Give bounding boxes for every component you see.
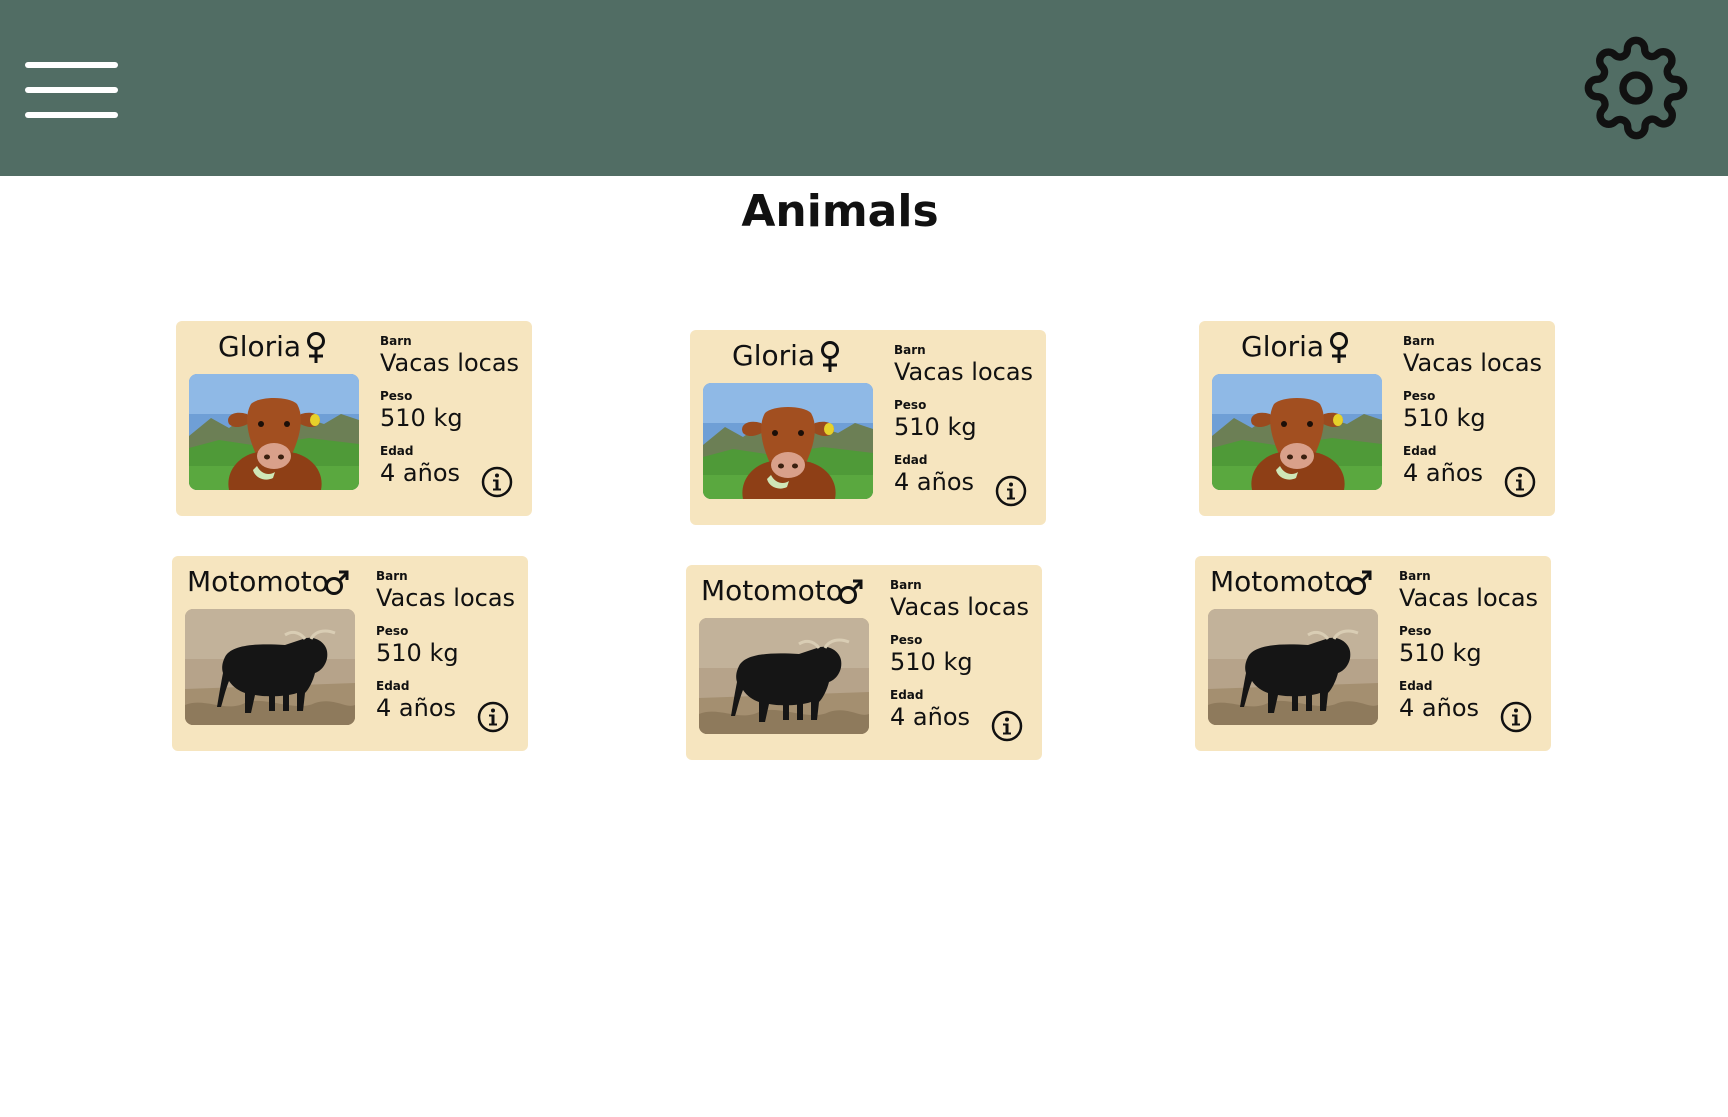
black-bull-photo (699, 618, 869, 734)
page-title: Animals (741, 186, 939, 237)
edad-value: 4 años (1399, 694, 1480, 722)
peso-value: 510 kg (380, 404, 463, 432)
app-header (0, 0, 1728, 176)
menu-line (25, 62, 118, 68)
barn-label: Barn (894, 343, 926, 357)
black-bull-photo (185, 609, 355, 725)
barn-value: Vacas locas (890, 593, 1030, 621)
brown-cow-photo (189, 374, 359, 490)
animal-card[interactable]: Gloria Barn Vacas locas Peso 510 kg Edad… (690, 330, 1046, 525)
edad-label: Edad (380, 444, 414, 458)
edad-value: 4 años (380, 459, 461, 487)
edad-label: Edad (376, 679, 410, 693)
peso-label: Peso (376, 624, 409, 638)
animal-name: Gloria (218, 330, 302, 363)
animal-name: Gloria (732, 339, 816, 372)
black-bull-photo (1208, 609, 1378, 725)
animal-name: Motomoto (1210, 565, 1352, 598)
edad-value: 4 años (376, 694, 457, 722)
female-symbol-icon (817, 340, 843, 374)
peso-label: Peso (1399, 624, 1432, 638)
menu-line (25, 112, 118, 118)
barn-label: Barn (1403, 334, 1435, 348)
barn-label: Barn (380, 334, 412, 348)
edad-label: Edad (894, 453, 928, 467)
brown-cow-photo (1212, 374, 1382, 490)
peso-label: Peso (890, 633, 923, 647)
peso-label: Peso (380, 389, 413, 403)
edad-value: 4 años (1403, 459, 1484, 487)
barn-value: Vacas locas (376, 584, 516, 612)
barn-value: Vacas locas (380, 349, 520, 377)
hamburger-menu-icon[interactable] (25, 62, 118, 118)
peso-label: Peso (894, 398, 927, 412)
animal-card[interactable]: Motomoto Barn Vacas locas Peso 510 kg Ed… (686, 565, 1042, 760)
female-symbol-icon (1326, 331, 1352, 365)
info-icon[interactable] (481, 466, 513, 498)
menu-line (25, 87, 118, 93)
edad-label: Edad (890, 688, 924, 702)
barn-value: Vacas locas (1403, 349, 1543, 377)
female-symbol-icon (303, 331, 329, 365)
edad-value: 4 años (890, 703, 971, 731)
brown-cow-photo (703, 383, 873, 499)
barn-value: Vacas locas (894, 358, 1034, 386)
gear-icon[interactable] (1584, 36, 1688, 140)
edad-label: Edad (1399, 679, 1433, 693)
info-icon[interactable] (1500, 701, 1532, 733)
animal-card[interactable]: Gloria Barn Vacas locas Peso 510 kg Edad… (176, 321, 532, 516)
info-icon[interactable] (991, 710, 1023, 742)
info-icon[interactable] (995, 475, 1027, 507)
peso-value: 510 kg (890, 648, 973, 676)
animal-card[interactable]: Motomoto Barn Vacas locas Peso 510 kg Ed… (172, 556, 528, 751)
male-symbol-icon (324, 564, 350, 598)
info-icon[interactable] (1504, 466, 1536, 498)
info-icon[interactable] (477, 701, 509, 733)
barn-label: Barn (376, 569, 408, 583)
barn-value: Vacas locas (1399, 584, 1539, 612)
male-symbol-icon (838, 573, 864, 607)
animal-name: Motomoto (187, 565, 329, 598)
barn-label: Barn (890, 578, 922, 592)
animal-name: Motomoto (701, 574, 843, 607)
edad-label: Edad (1403, 444, 1437, 458)
animal-card[interactable]: Gloria Barn Vacas locas Peso 510 kg Edad… (1199, 321, 1555, 516)
male-symbol-icon (1347, 564, 1373, 598)
barn-label: Barn (1399, 569, 1431, 583)
peso-value: 510 kg (894, 413, 977, 441)
animal-name: Gloria (1241, 330, 1325, 363)
edad-value: 4 años (894, 468, 975, 496)
peso-value: 510 kg (376, 639, 459, 667)
peso-value: 510 kg (1399, 639, 1482, 667)
animal-card[interactable]: Motomoto Barn Vacas locas Peso 510 kg Ed… (1195, 556, 1551, 751)
peso-label: Peso (1403, 389, 1436, 403)
peso-value: 510 kg (1403, 404, 1486, 432)
